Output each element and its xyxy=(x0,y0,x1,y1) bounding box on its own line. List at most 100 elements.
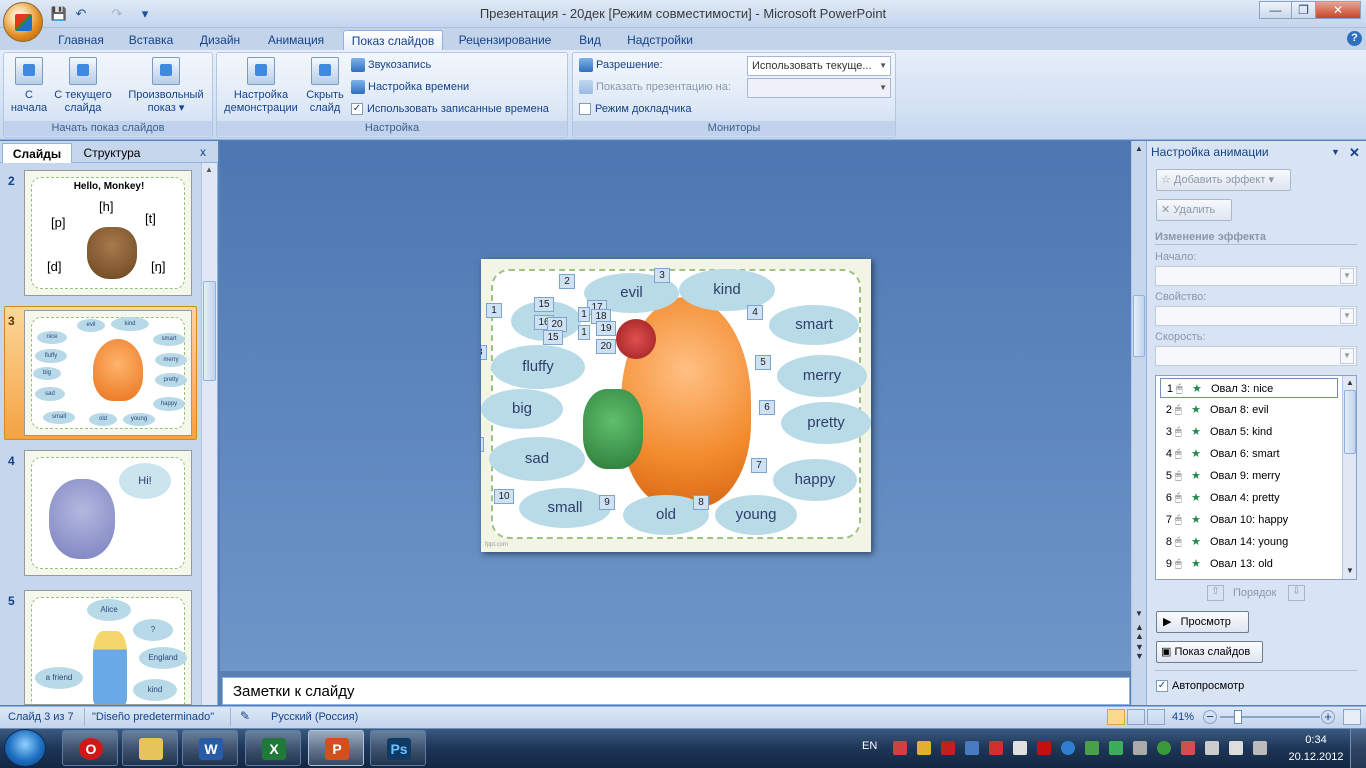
animation-tag[interactable]: 4 xyxy=(747,305,763,320)
animation-tag[interactable]: 6 xyxy=(759,400,775,415)
animation-item[interactable]: 1 🖱 ★ Овал 3: nice xyxy=(1160,378,1338,398)
animation-tag[interactable]: 2 xyxy=(559,274,575,289)
animation-tag[interactable]: 1 xyxy=(578,307,590,322)
fit-to-window-icon[interactable] xyxy=(1343,709,1361,725)
move-down-icon[interactable]: ⇩ xyxy=(1288,585,1305,601)
taskbar-excel[interactable]: X xyxy=(245,730,301,766)
from-current-button[interactable]: С текущего слайда xyxy=(52,57,114,115)
minimize-button[interactable]: — xyxy=(1259,1,1292,19)
tab-view[interactable]: Вид xyxy=(570,30,610,50)
animation-item[interactable]: 7 🖱 ★ Овал 10: happy xyxy=(1160,510,1338,530)
tab-outline[interactable]: Структура xyxy=(76,143,148,163)
tab-slides[interactable]: Слайды xyxy=(2,143,72,163)
tray-icon[interactable] xyxy=(965,741,979,755)
volume-icon[interactable] xyxy=(1205,741,1219,755)
clock-time[interactable]: 0:34 xyxy=(1296,734,1336,746)
animation-tag[interactable]: 10 xyxy=(494,489,514,504)
oval-smart[interactable]: smart xyxy=(769,305,859,345)
oval-pretty[interactable]: pretty xyxy=(781,402,871,444)
resolution-dropdown[interactable]: Использовать текуще... ▼ xyxy=(747,56,891,76)
play-button[interactable]: ▶ Просмотр xyxy=(1156,611,1249,633)
tray-icon[interactable] xyxy=(1157,741,1171,755)
tray-icon[interactable] xyxy=(1181,741,1195,755)
speed-dropdown[interactable]: ▼ xyxy=(1155,346,1357,366)
oval-merry[interactable]: merry xyxy=(777,355,867,397)
scroll-thumb[interactable] xyxy=(1344,390,1356,454)
animation-tag[interactable]: 7 xyxy=(751,458,767,473)
setup-show-button[interactable]: Настройка демонстрации xyxy=(221,57,301,115)
animation-list-scrollbar[interactable]: ▲ ▼ xyxy=(1342,376,1356,579)
taskbar-explorer[interactable] xyxy=(122,730,178,766)
animation-item[interactable]: 3 🖱 ★ Овал 5: kind xyxy=(1160,422,1338,442)
scroll-up-icon[interactable]: ▲ xyxy=(1135,144,1143,153)
slide-thumbnail[interactable]: Alice ? England a friend kind xyxy=(24,590,192,705)
animation-tag[interactable]: 1 xyxy=(486,303,502,318)
show-desktop-button[interactable] xyxy=(1350,729,1366,768)
oval-sad[interactable]: sad xyxy=(489,437,585,481)
presenter-view-checkbox[interactable]: Режим докладчика xyxy=(579,99,691,119)
animation-tag[interactable]: 9 xyxy=(599,495,615,510)
animation-tag[interactable]: 8 xyxy=(693,495,709,510)
tab-insert[interactable]: Вставка xyxy=(120,30,182,50)
add-effect-button[interactable]: ☆ Добавить эффект ▾ xyxy=(1156,169,1291,191)
tray-icon[interactable] xyxy=(893,741,907,755)
animation-item[interactable]: 4 🖱 ★ Овал 6: smart xyxy=(1160,444,1338,464)
scroll-down-icon[interactable]: ▼ xyxy=(1346,566,1354,575)
animation-tag[interactable]: 11 xyxy=(481,437,484,452)
office-button[interactable] xyxy=(3,2,43,42)
animation-item[interactable]: 2 🖱 ★ Овал 8: evil xyxy=(1160,400,1338,420)
canvas-scrollbar[interactable]: ▲ ▼ ▲ ▲ ▼ ▼ xyxy=(1131,141,1146,705)
animation-tag[interactable]: 5 xyxy=(755,355,771,370)
oval-small[interactable]: small xyxy=(519,488,611,528)
tray-icon[interactable] xyxy=(1085,741,1099,755)
language-bar[interactable]: EN xyxy=(862,740,877,752)
tab-review[interactable]: Рецензирование xyxy=(450,30,560,50)
previous-slide-icon[interactable]: ▲ ▲ xyxy=(1135,623,1144,641)
animation-tag[interactable]: 19 xyxy=(596,321,616,336)
animation-list[interactable]: 1 🖱 ★ Овал 3: nice 2 🖱 ★ Овал 8: evil 3 🖱 ★ Овал … xyxy=(1155,375,1357,580)
animation-item[interactable]: 6 🖱 ★ Овал 4: pretty xyxy=(1160,488,1338,508)
animation-tag[interactable]: 3 xyxy=(654,268,670,283)
taskbar-word[interactable]: W xyxy=(182,730,238,766)
animation-tag[interactable]: 13 xyxy=(481,345,487,360)
animation-tag[interactable]: 15 xyxy=(543,330,563,345)
custom-show-button[interactable]: Произвольный показ ▾ xyxy=(120,57,212,115)
slides-scrollbar[interactable]: ▲ xyxy=(201,163,217,705)
tray-icon[interactable] xyxy=(917,741,931,755)
tray-icon[interactable] xyxy=(1109,741,1123,755)
autopreview-checkbox[interactable]: ✓ Автопросмотр xyxy=(1156,680,1244,693)
tray-icon[interactable] xyxy=(1061,741,1075,755)
tray-icon[interactable] xyxy=(1013,741,1027,755)
scroll-up-icon[interactable]: ▲ xyxy=(205,165,213,174)
zoom-out-icon[interactable]: − xyxy=(1203,710,1217,724)
notes-field[interactable]: Заметки к слайду xyxy=(222,677,1130,705)
start-button[interactable] xyxy=(4,729,46,767)
zoom-level[interactable]: 41% xyxy=(1172,711,1194,723)
taskbar-photoshop[interactable]: Ps xyxy=(370,730,426,766)
from-beginning-button[interactable]: С начала xyxy=(7,57,51,115)
taskbar-opera[interactable]: O xyxy=(62,730,118,766)
zoom-in-icon[interactable]: + xyxy=(1321,710,1335,724)
rehearse-timings-button[interactable]: Настройка времени xyxy=(351,77,469,97)
animation-item[interactable]: 8 🖱 ★ Овал 14: young xyxy=(1160,532,1338,552)
property-dropdown[interactable]: ▼ xyxy=(1155,306,1357,326)
slide-thumbnail[interactable]: Hello, Monkey! [p] [h] [t] [d] [ŋ] xyxy=(24,170,192,296)
hide-slide-button[interactable]: Скрыть слайд xyxy=(303,57,347,115)
clock-date[interactable]: 20.12.2012 xyxy=(1286,751,1346,763)
tab-addins[interactable]: Надстройки xyxy=(618,30,702,50)
animation-tag[interactable]: 20 xyxy=(596,339,616,354)
slideshow-button[interactable]: ▣ Показ слайдов xyxy=(1156,641,1263,663)
animation-item[interactable]: 9 🖱 ★ Овал 13: old xyxy=(1160,554,1338,574)
next-slide-icon[interactable]: ▼ ▼ xyxy=(1135,643,1144,661)
start-dropdown[interactable]: ▼ xyxy=(1155,266,1357,286)
scroll-up-icon[interactable]: ▲ xyxy=(1346,378,1354,387)
move-up-icon[interactable]: ⇧ xyxy=(1207,585,1224,601)
close-icon[interactable]: ✕ xyxy=(1349,145,1360,161)
help-icon[interactable]: ? xyxy=(1347,31,1362,46)
tray-icon[interactable] xyxy=(989,741,1003,755)
tab-slideshow[interactable]: Показ слайдов xyxy=(343,30,443,50)
close-button[interactable]: ✕ xyxy=(1315,1,1361,19)
zoom-slider-thumb[interactable] xyxy=(1234,710,1242,724)
tray-icon[interactable] xyxy=(1229,741,1243,755)
normal-view-icon[interactable] xyxy=(1107,709,1125,725)
